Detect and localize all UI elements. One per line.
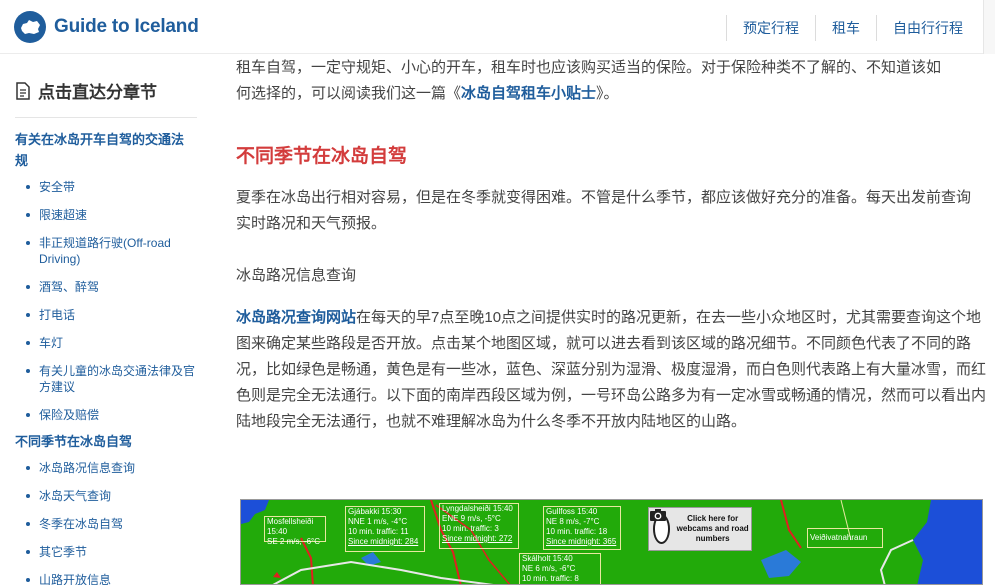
station-mosfellsheidi[interactable]: Mosfellsheiði 15:40 SE 2 m/s, -6°C — [264, 516, 326, 546]
toc-title-text: 点击直达分章节 — [38, 83, 157, 102]
toc-item[interactable]: 限速超速 — [15, 207, 205, 223]
site-logo[interactable]: Guide to Iceland — [14, 11, 199, 43]
station-gullfoss[interactable]: Gullfoss 15:40 NE 8 m/s, -7°C 10 min. tr… — [543, 506, 621, 550]
station-weather: NE 8 m/s, -7°C — [546, 517, 600, 526]
toc-section-traffic-rules[interactable]: 有关在冰岛开车自驾的交通法规 — [15, 129, 195, 171]
nav-book-tours[interactable]: 预定行程 — [726, 15, 815, 41]
station-since-midnight: Since midnight: 284 — [348, 537, 419, 546]
toc-sidebar: 点击直达分章节 有关在冰岛开车自驾的交通法规 安全带 限速超速 非正规道路行驶(… — [0, 55, 212, 585]
station-name: Gjábakki 15:30 — [348, 507, 402, 516]
toc-item[interactable]: 冰岛路况信息查询 — [15, 460, 205, 476]
station-gjabakki[interactable]: Gjábakki 15:30 NNE 1 m/s, -4°C 10 min. t… — [345, 506, 425, 552]
toc-item[interactable]: 冬季在冰岛自驾 — [15, 516, 205, 532]
road-info-text: 在每天的早7点至晚10点之间提供实时的路况更新，在去一些小众地区时，尤其需要查询… — [236, 309, 987, 430]
iceland-logo-icon — [14, 11, 46, 43]
toc-item[interactable]: 有关儿童的冰岛交通法律及官方建议 — [15, 363, 205, 395]
station-name: Skálholt 15:40 — [522, 554, 573, 563]
nav-self-drive[interactable]: 自由行行程 — [876, 15, 979, 41]
station-name: Gullfoss 15:40 — [546, 507, 598, 516]
intro-text-before: 何选择的，可以阅读我们这一篇《 — [236, 85, 462, 102]
station-traffic: 10 min. traffic: 3 — [442, 524, 499, 533]
subheading-road-info: 冰岛路况信息查询 — [236, 267, 357, 284]
intro-line-2: 何选择的，可以阅读我们这一篇《冰岛自驾租车小贴士》。 — [236, 81, 941, 107]
intro-text-after: 》。 — [596, 85, 619, 102]
toc-item[interactable]: 非正规道路行驶(Off-road Driving) — [15, 235, 205, 267]
station-traffic: 10 min. traffic: 8 — [522, 574, 579, 583]
station-name: Mosfellsheiði 15:40 — [267, 517, 314, 536]
station-since-midnight: Since midnight: 272 — [442, 534, 513, 543]
road-condition-map[interactable]: Mosfellsheiði 15:40 SE 2 m/s, -6°C Gjába… — [240, 499, 983, 585]
seasons-paragraph: 夏季在冰岛出行相对容易，但是在冬季就变得困难。不管是什么季节，都应该做好充分的准… — [236, 189, 972, 232]
webcams-button[interactable]: Click here for webcams and road numbers — [648, 507, 752, 551]
rental-tips-link[interactable]: 冰岛自驾租车小贴士 — [461, 85, 596, 102]
road-info-paragraph: 冰岛路况查询网站在每天的早7点至晚10点之间提供实时的路况更新，在去一些小众地区… — [236, 305, 986, 435]
intro-paragraph: 租车自驾，一定守规矩、小心的开车，租车时也应该购买适当的保险。对于保险种类不了解… — [236, 55, 941, 107]
toc-item[interactable]: 保险及赔偿 — [15, 407, 205, 423]
station-name: Lyngdalsheiði 15:40 — [442, 504, 513, 513]
webcams-text: Click here for webcams and road numbers — [676, 514, 749, 543]
nav-car-rental[interactable]: 租车 — [815, 15, 876, 41]
road-info-site-link[interactable]: 冰岛路况查询网站 — [236, 309, 356, 326]
toc-item[interactable]: 其它季节 — [15, 544, 205, 560]
intro-line-1: 租车自驾，一定守规矩、小心的开车，租车时也应该购买适当的保险。对于保险种类不了解… — [236, 59, 942, 76]
logo-text: Guide to Iceland — [54, 16, 199, 37]
toc-item[interactable]: 安全带 — [15, 179, 205, 195]
station-weather: NNE 1 m/s, -4°C — [348, 517, 408, 526]
station-weather: ENE 9 m/s, -5°C — [442, 514, 501, 523]
station-traffic: 10 min. traffic: 11 — [348, 527, 409, 536]
place-box[interactable]: Veiðivatnahraun — [807, 528, 883, 548]
page-scrollbar[interactable] — [983, 0, 995, 54]
toc-section-seasons[interactable]: 不同季节在冰岛自驾 — [15, 431, 195, 452]
place-name: Veiðivatnahraun — [810, 533, 868, 542]
station-weather: SE 2 m/s, -6°C — [267, 537, 320, 546]
document-icon — [16, 81, 30, 100]
toc-item[interactable]: 打电话 — [15, 307, 205, 323]
toc-item[interactable]: 车灯 — [15, 335, 205, 351]
station-lyngdalsheidi[interactable]: Lyngdalsheiði 15:40 ENE 9 m/s, -5°C 10 m… — [439, 503, 519, 549]
toc-list-seasons: 冰岛路况信息查询 冰岛天气查询 冬季在冰岛自驾 其它季节 山路开放信息 — [15, 460, 212, 585]
station-since-midnight: Since midnight: 365 — [546, 537, 617, 546]
toc-item[interactable]: 山路开放信息 — [15, 572, 205, 585]
toc-title: 点击直达分章节 — [15, 78, 212, 103]
station-traffic: 10 min. traffic: 18 — [546, 527, 608, 536]
site-header: Guide to Iceland 预定行程 租车 自由行行程 — [0, 0, 995, 54]
toc-divider — [15, 117, 197, 118]
station-weather: NE 6 m/s, -6°C — [522, 564, 576, 573]
camera-icon — [650, 509, 671, 544]
toc-item[interactable]: 酒驾、醉驾 — [15, 279, 205, 295]
section-heading-seasons: 不同季节在冰岛自驾 — [236, 146, 408, 167]
toc-item[interactable]: 冰岛天气查询 — [15, 488, 205, 504]
top-nav: 预定行程 租车 自由行行程 — [726, 15, 979, 41]
station-skalholt[interactable]: Skálholt 15:40 NE 6 m/s, -6°C 10 min. tr… — [519, 553, 601, 584]
toc-list-traffic-rules: 安全带 限速超速 非正规道路行驶(Off-road Driving) 酒驾、醉驾… — [15, 179, 212, 423]
